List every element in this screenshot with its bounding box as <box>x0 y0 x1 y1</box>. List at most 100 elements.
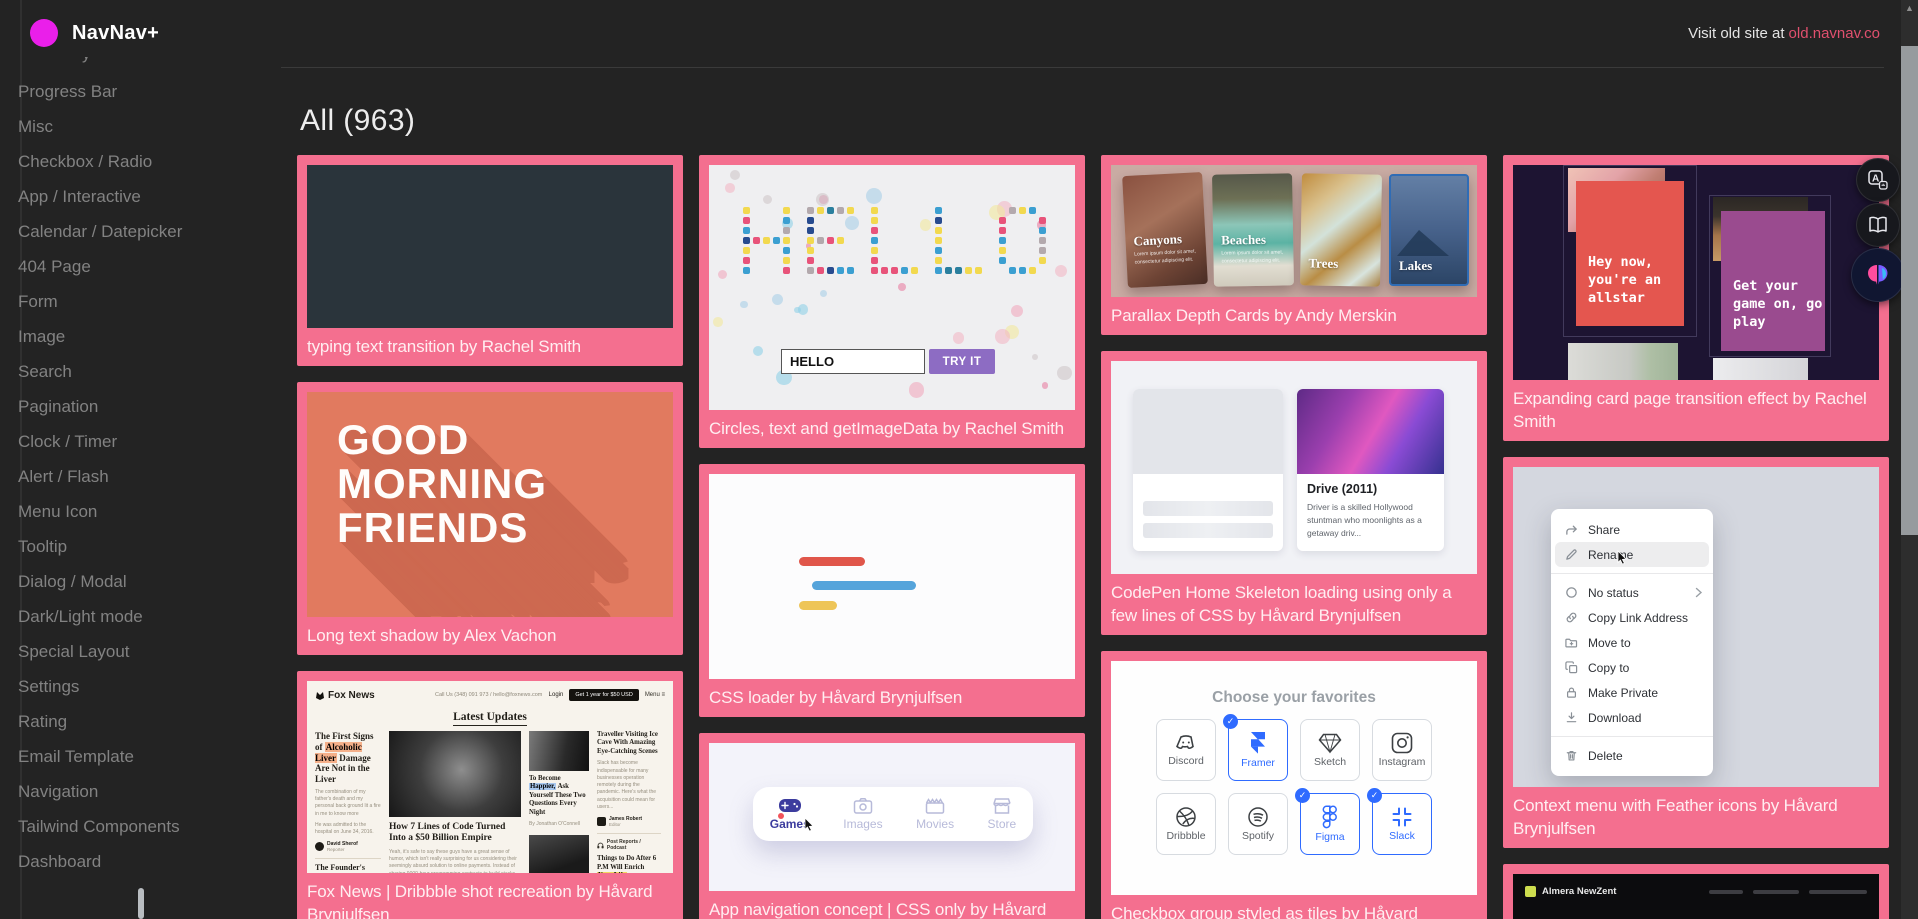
movie-poster <box>1297 389 1444 474</box>
scatter-dot <box>995 329 1010 344</box>
fox-header: Fox News Call Us (348) 091 973 / hello@f… <box>315 688 665 702</box>
letter-dot <box>783 247 790 254</box>
sidebar-item-dark-light-mode[interactable]: Dark/Light mode <box>0 599 262 634</box>
card-skeleton-loading[interactable]: Drive (2011) Driver is a skilled Hollywo… <box>1101 351 1487 635</box>
card-caption: Fox News | Dribbble shot recreation by H… <box>307 880 673 919</box>
fox-article-text: He was admitted to the hospital on June … <box>315 822 381 837</box>
tile-figma[interactable]: ✓ Figma <box>1300 793 1360 855</box>
skeleton-placeholder-card <box>1133 389 1283 551</box>
sidebar-item-checkbox-radio[interactable]: Checkbox / Radio <box>0 144 262 179</box>
sidebar-item-progress-bar[interactable]: Progress Bar <box>0 74 262 109</box>
sidebar-item-email-template[interactable]: Email Template <box>0 739 262 774</box>
sidebar-item-menu-icon[interactable]: Menu Icon <box>0 494 262 529</box>
old-site-link[interactable]: old.navnav.co <box>1789 25 1880 42</box>
scatter-dot <box>920 219 931 230</box>
fox-photo-street <box>529 835 589 873</box>
card-caption: Expanding card page transition effect by… <box>1513 387 1879 433</box>
card-partial-dark[interactable]: Almera NewZent <box>1503 864 1889 919</box>
card-context-menu[interactable]: Share Rename No status <box>1503 457 1889 848</box>
nav-item-images[interactable]: Images <box>843 797 882 831</box>
sidebar-item-navigation[interactable]: Navigation <box>0 774 262 809</box>
scatter-dot <box>816 193 829 206</box>
sidebar-item-special-layout[interactable]: Special Layout <box>0 634 262 669</box>
sidebar-item-dialog-modal[interactable]: Dialog / Modal <box>0 564 262 599</box>
card-checkbox-tiles[interactable]: Choose your favorites Discord ✓ Framer <box>1101 651 1487 919</box>
card-css-loader[interactable]: CSS loader by Håvard Brynjulfsen <box>699 464 1085 717</box>
tile-framer[interactable]: ✓ Framer <box>1228 719 1288 781</box>
tile-slack[interactable]: ✓ Slack <box>1372 793 1432 855</box>
sidebar-item-dashboard[interactable]: Dashboard <box>0 844 262 879</box>
menu-item-download[interactable]: Download <box>1551 705 1713 730</box>
nav-item-store[interactable]: Store <box>988 797 1017 831</box>
parallax-card-canyons[interactable]: Canyons Lorem ipsum dolor sit amet, cons… <box>1122 172 1208 288</box>
fox-cta-button[interactable]: Get 1 year for $50 USD <box>569 689 638 701</box>
fox-section-heading: Latest Updates <box>307 711 673 723</box>
card-fox-news[interactable]: Fox News Call Us (348) 091 973 / hello@f… <box>297 671 683 919</box>
menu-item-copy-to[interactable]: Copy to <box>1551 655 1713 680</box>
fox-actions: Login Get 1 year for $50 USD Menu ≡ <box>549 689 665 701</box>
card-expanding-transition[interactable]: Hey now, you're an allstar Get your game… <box>1503 155 1889 441</box>
card-typing-text[interactable]: typing text transition by Rachel Smith <box>297 155 683 366</box>
parallax-card-beaches[interactable]: Beaches Lorem ipsum dolor sit amet, cons… <box>1212 173 1294 286</box>
tile-spotify[interactable]: Spotify <box>1228 793 1288 855</box>
tile-sketch[interactable]: Sketch <box>1300 719 1360 781</box>
translate-button[interactable]: A <box>1856 158 1900 202</box>
sidebar-item-search[interactable]: Search <box>0 354 262 389</box>
sidebar-item-alert-flash[interactable]: Alert / Flash <box>0 459 262 494</box>
nav-item-games[interactable]: Games <box>770 797 810 831</box>
scrollbar-up-arrow[interactable]: ▲ <box>1904 3 1915 14</box>
sidebar-item-tooltip[interactable]: Tooltip <box>0 529 262 564</box>
sidebar-item-settings[interactable]: Settings <box>0 669 262 704</box>
sidebar-item-404-page[interactable]: 404 Page <box>0 249 262 284</box>
scatter-dot <box>1042 382 1049 389</box>
letter-dot <box>1039 247 1046 254</box>
lock-icon <box>1565 686 1578 699</box>
fox-menu-button[interactable]: Menu ≡ <box>645 692 665 698</box>
letter-dot <box>743 227 750 234</box>
menu-item-share[interactable]: Share <box>1551 517 1713 542</box>
card-long-shadow[interactable]: GOOD MORNING FRIENDS Long text shadow by… <box>297 382 683 655</box>
scatter-dot <box>798 304 808 314</box>
try-it-button[interactable]: TRY IT <box>929 349 995 374</box>
sidebar-item-rating[interactable]: Rating <box>0 704 262 739</box>
menu-item-move-to[interactable]: Move to <box>1551 630 1713 655</box>
menu-item-rename[interactable]: Rename <box>1555 542 1709 567</box>
page-scrollbar[interactable]: ▲ <box>1901 0 1918 919</box>
dribbble-icon <box>1175 806 1197 828</box>
parallax-card-trees[interactable]: Trees <box>1300 173 1382 286</box>
menu-item-make-private[interactable]: Make Private <box>1551 680 1713 705</box>
sidebar-item-calendar-datepicker[interactable]: Calendar / Datepicker <box>0 214 262 249</box>
sidebar-item-image[interactable]: Image <box>0 319 262 354</box>
sidebar-item-pagination[interactable]: Pagination <box>0 389 262 424</box>
scrollbar-thumb[interactable] <box>1901 46 1918 535</box>
sidebar-item-form[interactable]: Form <box>0 284 262 319</box>
nav-item-movies[interactable]: Movies <box>916 797 954 831</box>
tile-discord[interactable]: Discord <box>1156 719 1216 781</box>
letter-dot <box>827 207 834 214</box>
letter-dot <box>837 267 844 274</box>
sidebar-scrollbar-thumb[interactable] <box>138 888 144 919</box>
reader-button[interactable] <box>1856 203 1900 247</box>
card-hello-circles[interactable]: HELLO TRY IT Circles, text and getImageD… <box>699 155 1085 448</box>
menu-item-delete[interactable]: Delete <box>1551 743 1713 768</box>
sidebar-item-misc[interactable]: Misc <box>0 109 262 144</box>
sidebar-item-tailwind-components[interactable]: Tailwind Components <box>0 809 262 844</box>
logo-icon[interactable] <box>30 19 58 47</box>
menu-item-no-status[interactable]: No status <box>1551 580 1713 605</box>
sidebar-item-clock-timer[interactable]: Clock / Timer <box>0 424 262 459</box>
ai-assistant-button[interactable] <box>1851 248 1905 302</box>
fox-login-link[interactable]: Login <box>549 692 564 698</box>
sidebar-item-app-interactive[interactable]: App / Interactive <box>0 179 262 214</box>
card-app-navigation[interactable]: Games Images Movies <box>699 733 1085 919</box>
tile-instagram[interactable]: Instagram <box>1372 719 1432 781</box>
sidebar-list: Progress BarMiscCheckbox / RadioApp / In… <box>0 74 262 879</box>
hello-text-input[interactable]: HELLO <box>781 349 925 374</box>
card-parallax-depth[interactable]: Canyons Lorem ipsum dolor sit amet, cons… <box>1101 155 1487 335</box>
letter-dot <box>1029 207 1036 214</box>
parallax-card-lakes[interactable]: Lakes <box>1389 174 1469 286</box>
tile-dribbble[interactable]: Dribbble <box>1156 793 1216 855</box>
sidebar-item-partial[interactable]: y <box>82 57 91 67</box>
site-title[interactable]: NavNav+ <box>72 22 159 45</box>
menu-divider <box>1551 736 1713 737</box>
menu-item-copy-link[interactable]: Copy Link Address <box>1551 605 1713 630</box>
